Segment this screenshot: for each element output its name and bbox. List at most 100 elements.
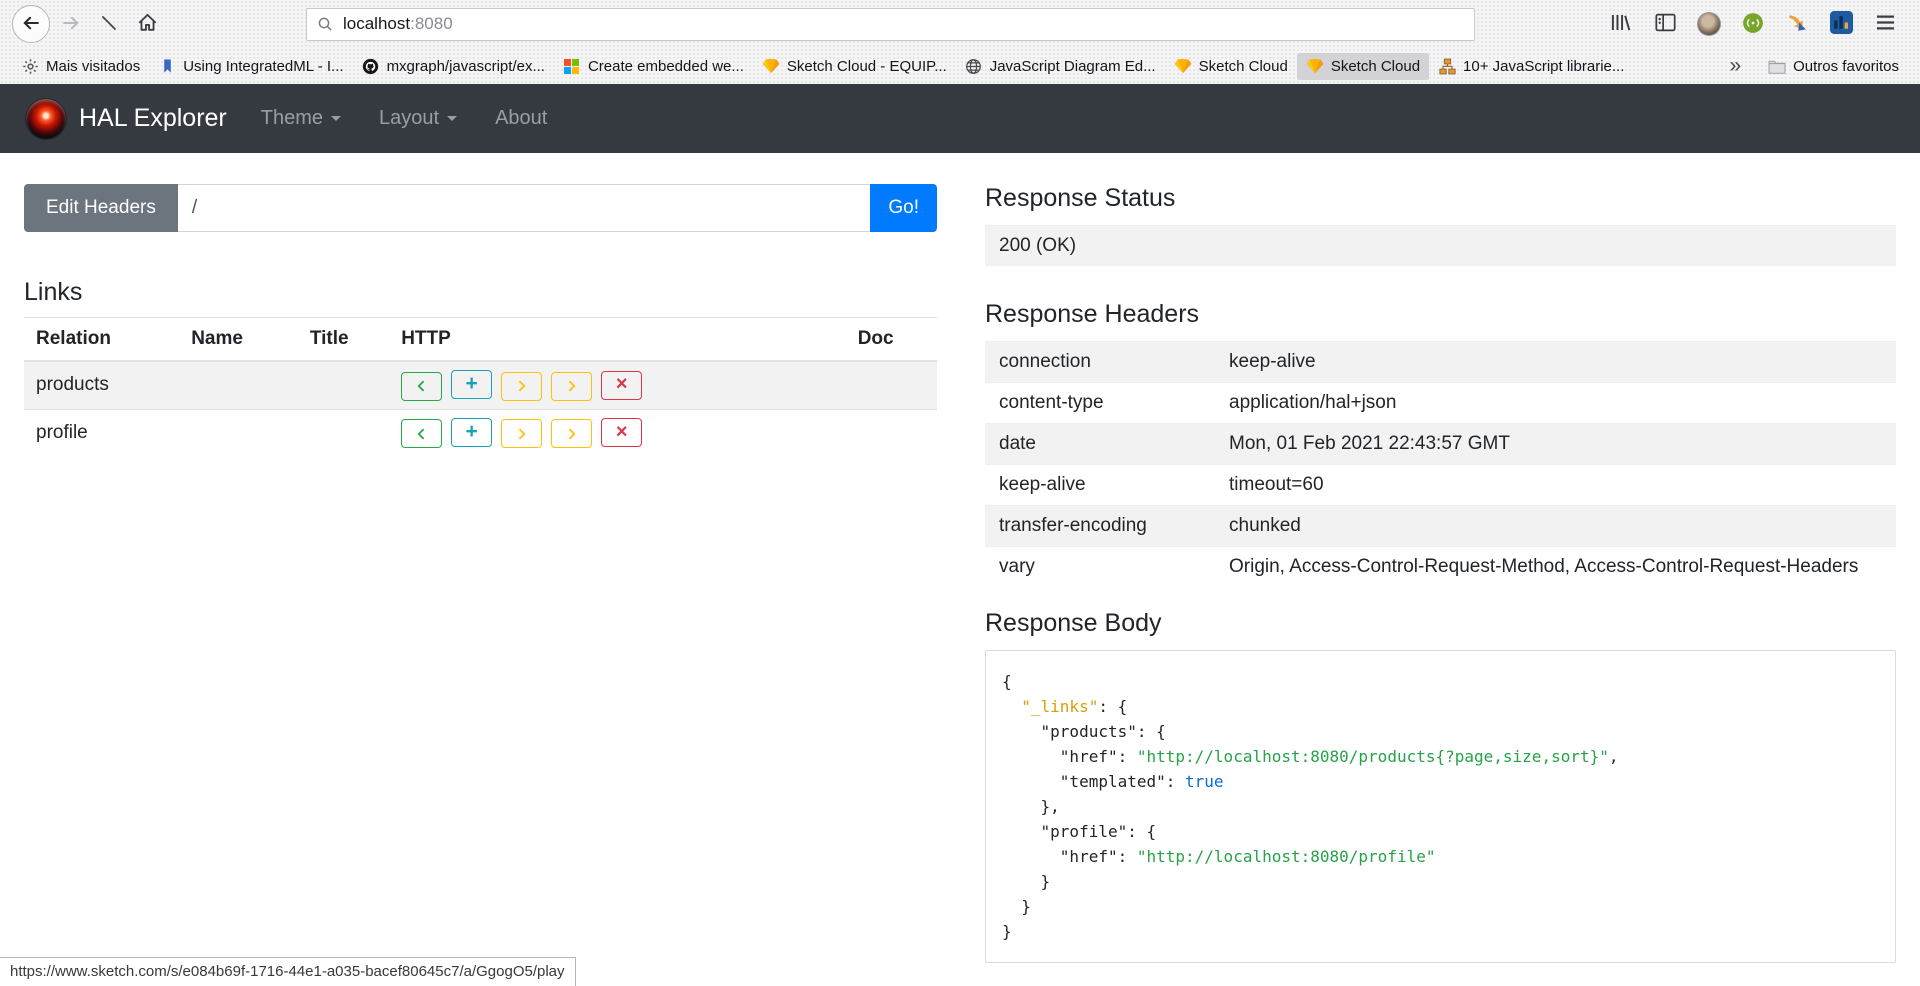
response-status-table: 200 (OK)	[985, 225, 1896, 266]
bookmark-label: Sketch Cloud	[1199, 58, 1288, 75]
json-line: "_links": {	[1002, 694, 1879, 719]
hal-navbar: HAL Explorer Theme Layout About	[0, 84, 1920, 153]
bookmark-item[interactable]: JavaScript Diagram Ed...	[956, 53, 1165, 80]
response-status-row: 200 (OK)	[985, 226, 1896, 267]
url-port: :8080	[410, 14, 453, 34]
link-http-actions: +×	[389, 409, 846, 456]
bookmark-label: Mais visitados	[46, 58, 140, 75]
header-name: keep-alive	[985, 465, 1215, 506]
go-button[interactable]: Go!	[870, 184, 937, 232]
back-button[interactable]	[12, 5, 50, 43]
back-icon	[21, 13, 41, 36]
url-host: localhost	[343, 14, 410, 34]
response-header-row: keep-alivetimeout=60	[985, 465, 1896, 506]
toolbar-right	[1602, 7, 1910, 41]
sidebar-button[interactable]	[1648, 7, 1682, 41]
reload-button[interactable]	[92, 7, 126, 41]
json-line: "href": "http://localhost:8080/products{…	[1002, 744, 1879, 769]
response-status-title: Response Status	[985, 184, 1896, 213]
link-title	[298, 409, 389, 456]
header-value: Mon, 01 Feb 2021 22:43:57 GMT	[1215, 424, 1896, 465]
chart-extension-icon	[1830, 11, 1853, 37]
http-put-button[interactable]	[501, 372, 542, 401]
http-delete-button[interactable]: ×	[601, 418, 642, 447]
link-relation: products	[24, 361, 179, 409]
bookmarks-bar: Mais visitados Using IntegratedML - I...m…	[0, 48, 1920, 84]
diagonal-line-icon	[99, 13, 119, 36]
bookmarks-list: Mais visitados Using IntegratedML - I...m…	[12, 53, 1633, 80]
http-patch-button[interactable]	[551, 372, 592, 401]
main-content: Edit Headers Go! Links Relation Name Tit…	[0, 153, 1920, 963]
http-patch-button[interactable]	[551, 419, 592, 448]
http-post-button[interactable]: +	[451, 418, 492, 447]
forward-button[interactable]	[54, 7, 88, 41]
account-button[interactable]	[1692, 7, 1726, 41]
gear-icon	[21, 58, 39, 75]
col-relation: Relation	[24, 318, 179, 362]
link-doc	[846, 361, 937, 409]
bookmark-item[interactable]: Sketch Cloud - EQUIP...	[753, 53, 956, 80]
bookmark-item[interactable]: Sketch Cloud	[1165, 53, 1297, 80]
green-extension-icon	[1742, 12, 1764, 37]
home-icon	[137, 12, 158, 36]
nav-item-about[interactable]: About	[495, 107, 547, 130]
browser-chrome: localhost :8080 Mais visitados Using Inte…	[0, 0, 1920, 84]
library-icon	[1610, 13, 1633, 35]
plus-icon: +	[466, 373, 478, 394]
chevron-right-icon	[565, 380, 576, 391]
bookmark-item[interactable]: Mais visitados	[12, 53, 149, 80]
bookmark-item[interactable]: Create embedded we...	[554, 53, 753, 80]
brand-link[interactable]: HAL Explorer	[26, 99, 227, 139]
bookmarks-overflow-chevron[interactable]: »	[1721, 54, 1749, 78]
edit-headers-button[interactable]: Edit Headers	[24, 184, 178, 232]
address-bar[interactable]: localhost :8080	[306, 8, 1475, 41]
explorer-panel: Edit Headers Go! Links Relation Name Tit…	[24, 184, 937, 963]
extension-chart-button[interactable]	[1824, 7, 1858, 41]
http-post-button[interactable]: +	[451, 370, 492, 399]
request-bar: Edit Headers Go!	[24, 184, 937, 232]
forward-icon	[61, 13, 81, 36]
uri-input[interactable]	[178, 184, 871, 232]
header-value: timeout=60	[1215, 465, 1896, 506]
link-name	[179, 361, 298, 409]
header-value: application/hal+json	[1215, 383, 1896, 424]
nav-item-layout[interactable]: Layout	[379, 107, 457, 130]
col-http: HTTP	[389, 318, 846, 362]
link-title	[298, 361, 389, 409]
caret-down-icon	[331, 116, 341, 121]
bookmark-item[interactable]: 10+ JavaScript librarie...	[1429, 53, 1633, 80]
library-button[interactable]	[1604, 7, 1638, 41]
folder-icon	[1768, 59, 1786, 74]
bookmark-item[interactable]: mxgraph/javascript/ex...	[353, 53, 554, 80]
links-table-body: products+×profile+×	[24, 361, 937, 456]
nav-item-theme[interactable]: Theme	[261, 107, 341, 130]
json-line: }	[1002, 894, 1879, 919]
globe-icon	[965, 58, 983, 75]
extension-green-button[interactable]	[1736, 7, 1770, 41]
search-icon	[317, 16, 333, 32]
http-delete-button[interactable]: ×	[601, 371, 642, 400]
github-icon	[362, 58, 380, 75]
response-body-box: { "_links": { "products": { "href": "htt…	[985, 650, 1896, 963]
navbar-menu: Theme Layout About	[261, 107, 548, 130]
http-get-button[interactable]	[401, 419, 442, 448]
http-get-button[interactable]	[401, 372, 442, 401]
header-name: transfer-encoding	[985, 506, 1215, 547]
response-headers-body: connectionkeep-alivecontent-typeapplicat…	[985, 342, 1896, 588]
bookmark-item[interactable]: Using IntegratedML - I...	[149, 53, 352, 80]
home-button[interactable]	[130, 7, 164, 41]
links-table-header: Relation Name Title HTTP Doc	[24, 318, 937, 362]
http-put-button[interactable]	[501, 419, 542, 448]
response-header-row: connectionkeep-alive	[985, 342, 1896, 383]
x-icon: ×	[616, 374, 628, 394]
extension-arrow-button[interactable]	[1780, 7, 1814, 41]
response-headers-title: Response Headers	[985, 300, 1896, 329]
link-name	[179, 409, 298, 456]
menu-button[interactable]	[1868, 7, 1902, 41]
link-row-products: products + ×	[24, 361, 937, 409]
bookmark-item[interactable]: Sketch Cloud	[1297, 53, 1429, 80]
other-favorites-folder[interactable]: Outros favoritos	[1759, 53, 1908, 80]
json-line: },	[1002, 794, 1879, 819]
chevron-right-icon	[515, 428, 526, 439]
orgchart-icon	[1438, 58, 1456, 75]
